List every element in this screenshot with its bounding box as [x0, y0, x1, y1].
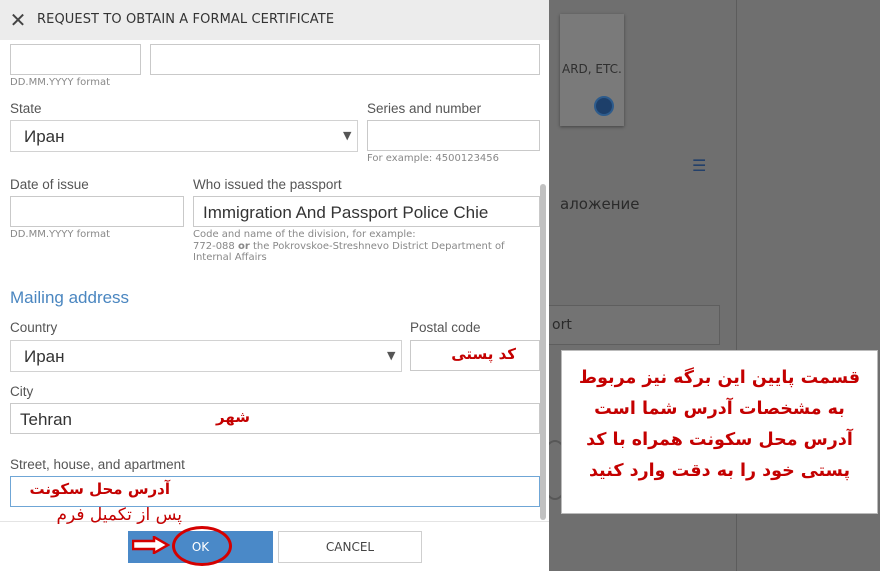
top-date-hint: DD.MM.YYYY format: [10, 77, 110, 88]
street-label: Street, house, and apartment: [10, 457, 185, 472]
background-text: аложение: [560, 195, 640, 213]
date-of-issue-label: Date of issue: [10, 177, 89, 192]
cancel-button[interactable]: CANCEL: [278, 531, 422, 563]
after-form-annotation: پس از تکمیل فرم: [56, 505, 182, 525]
mailing-address-title: Mailing address: [10, 288, 130, 307]
hint-or: or: [237, 240, 250, 252]
date-of-issue-input[interactable]: [10, 196, 184, 227]
series-number-input[interactable]: [367, 120, 540, 151]
birth-date-input[interactable]: [10, 44, 141, 75]
dialog-title: REQUEST TO OBTAIN A FORMAL CERTIFICATE: [37, 12, 335, 27]
callout-line: قسمت پایین این برگه نیز مربوط: [578, 368, 861, 388]
state-label: State: [10, 101, 42, 116]
issued-by-hint: Code and name of the division, for examp…: [193, 229, 505, 264]
background-field-text: ort: [552, 317, 572, 333]
hint-division: the Pokrovskoe-Streshnevo District Depar…: [249, 240, 505, 252]
country-value: Иран: [24, 347, 65, 366]
postal-code-label: Postal code: [410, 320, 481, 335]
state-value: Иран: [24, 127, 65, 146]
ok-highlight-circle: [172, 526, 232, 566]
dialog-scrollbar[interactable]: [540, 184, 546, 520]
series-label: Series and number: [367, 101, 482, 116]
background-field: [548, 305, 720, 345]
chevron-down-icon: ▼: [387, 349, 396, 362]
series-hint: For example: 4500123456: [367, 153, 500, 164]
background-card-text: ARD, ETC.: [562, 62, 622, 76]
issued-by-label: Who issued the passport: [193, 177, 342, 192]
street-annotation: آدرس محل سکونت: [29, 480, 171, 498]
postal-annotation: کد پستی: [451, 345, 516, 363]
country-label: Country: [10, 320, 58, 335]
country-select[interactable]: [10, 340, 402, 372]
filter-icon: ☰: [692, 156, 707, 175]
issued-by-hint-line2: 772-088 or the Pokrovskoe-Streshnevo Dis…: [193, 241, 505, 253]
city-value: Tehran: [20, 410, 72, 429]
globe-icon: [594, 96, 614, 116]
issued-by-input[interactable]: Immigration And Passport Police Chie: [193, 196, 540, 227]
callout-line: آدرس محل سکونت همراه با کد: [586, 430, 853, 450]
city-input[interactable]: [10, 403, 540, 434]
chevron-down-icon: ▼: [343, 129, 352, 142]
callout-line: پستی خود را به دقت وارد کنید: [588, 461, 851, 481]
hint-code: 772-088: [193, 240, 238, 252]
issued-by-value: Immigration And Passport Police Chie: [203, 203, 489, 222]
issued-by-hint-line3: Internal Affairs: [193, 252, 267, 263]
city-annotation: شهر: [216, 408, 250, 426]
arrow-right-icon: [132, 536, 170, 554]
birth-place-input[interactable]: [150, 44, 540, 75]
close-icon[interactable]: ✕: [9, 10, 27, 30]
instruction-callout: قسمت پایین این برگه نیز مربوط به مشخصات …: [561, 350, 878, 514]
issued-by-hint-line1: Code and name of the division, for examp…: [193, 229, 416, 240]
city-label: City: [10, 384, 34, 399]
date-of-issue-hint: DD.MM.YYYY format: [10, 229, 110, 240]
callout-line: به مشخصات آدرس شما است: [594, 399, 845, 419]
